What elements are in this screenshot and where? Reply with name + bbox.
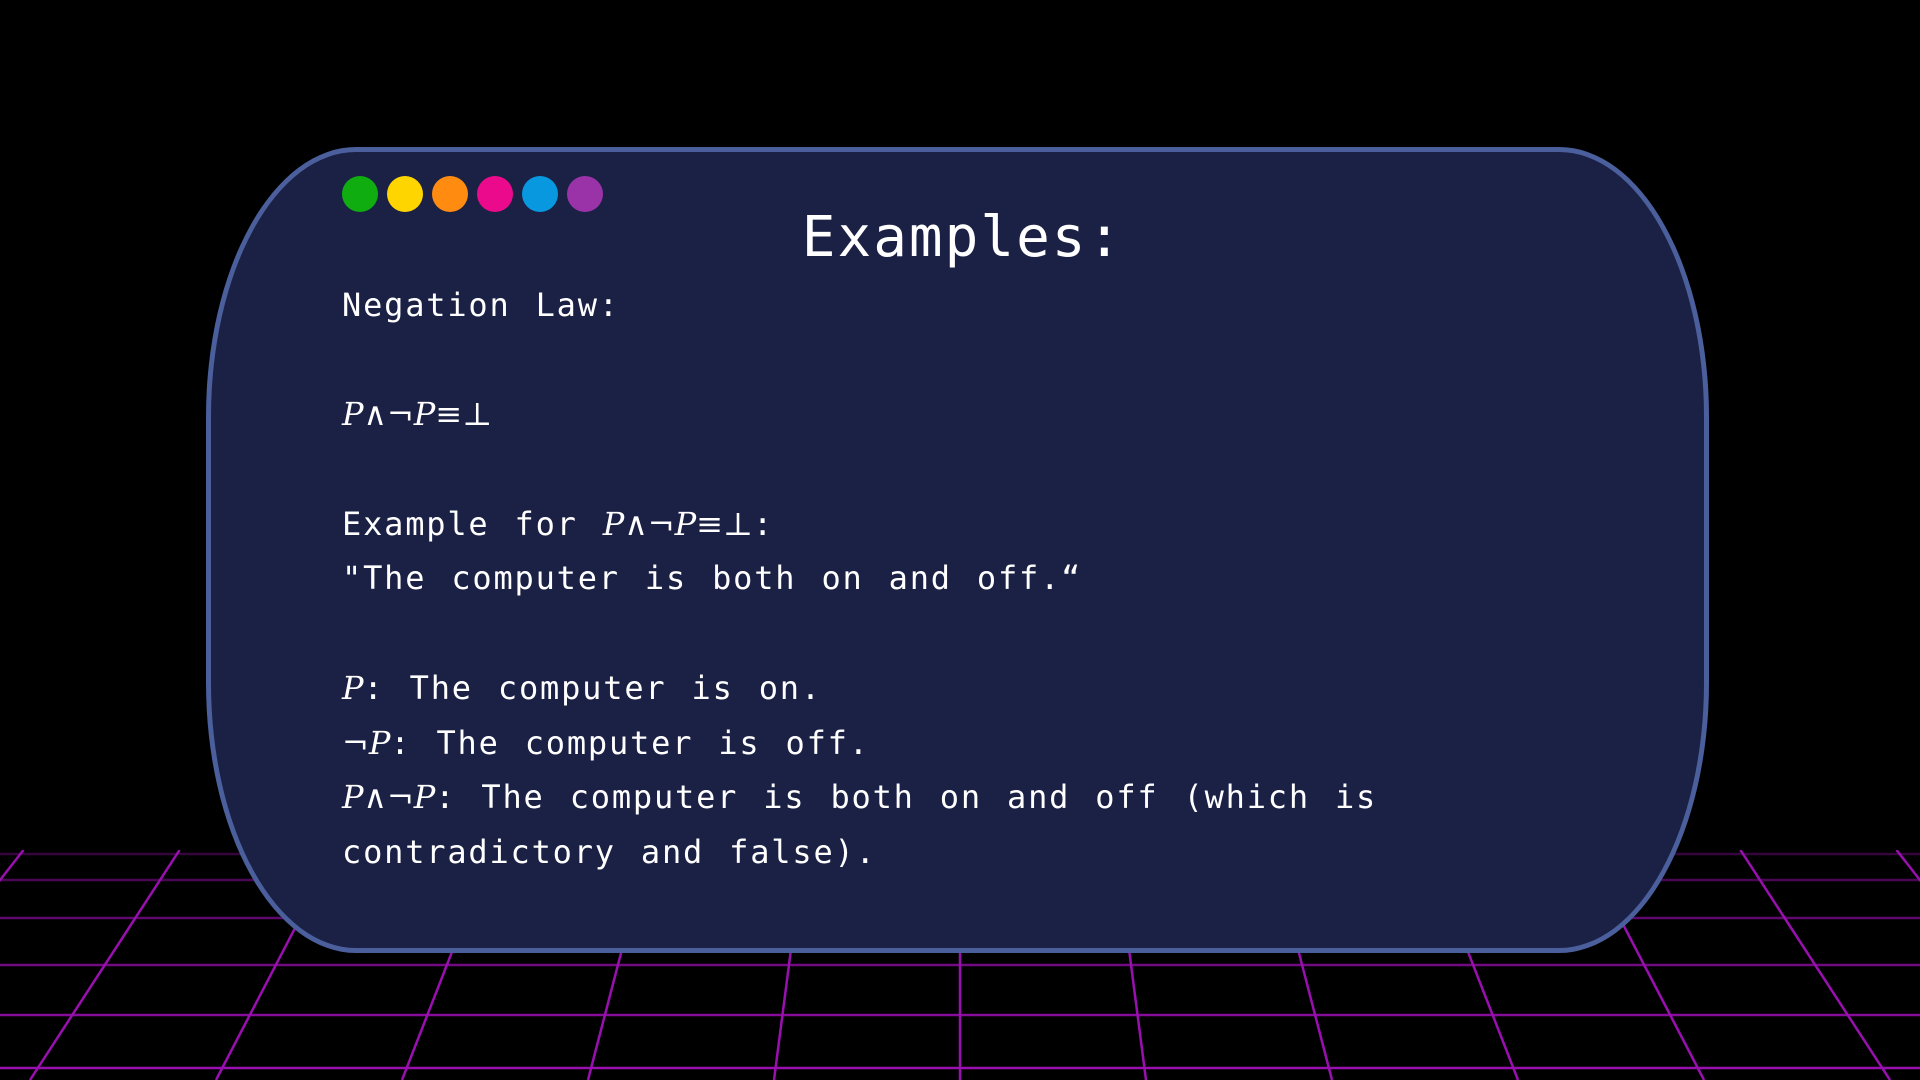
slide-stage: Examples: Negation Law: P∧¬P≡⊥ Example f… [0,0,1920,1080]
example-prefix: Example for [342,504,603,543]
law-heading: Negation Law: [342,286,620,324]
example-formula: P∧¬P≡⊥ [602,504,753,543]
example-quote: "The computer is both on and off.“ [342,559,1083,598]
slide-body: Negation Law: P∧¬P≡⊥ Example for P∧¬P≡⊥:… [342,278,1602,880]
not-p-text: : The computer is off. [390,723,870,762]
conjunction-symbol: P∧¬P [342,778,436,817]
p-text: : The computer is on. [363,668,822,707]
conjunction-text: : The computer is both on and off (which… [342,778,1378,871]
example-heading: Example for P∧¬P≡⊥: [342,497,1602,552]
not-p-definition: ¬P: The computer is off. [342,716,1602,771]
p-definition: P: The computer is on. [342,661,1602,716]
slide-title: Examples: [801,205,1124,270]
law-formula: P∧¬P≡⊥ [342,395,493,434]
p-symbol: P [342,668,364,707]
law-formula-line: P∧¬P≡⊥ [342,387,1602,442]
not-p-symbol: ¬P [342,723,391,762]
conjunction-definition: P∧¬P: The computer is both on and off (w… [342,770,1602,879]
example-suffix: : [753,504,775,543]
